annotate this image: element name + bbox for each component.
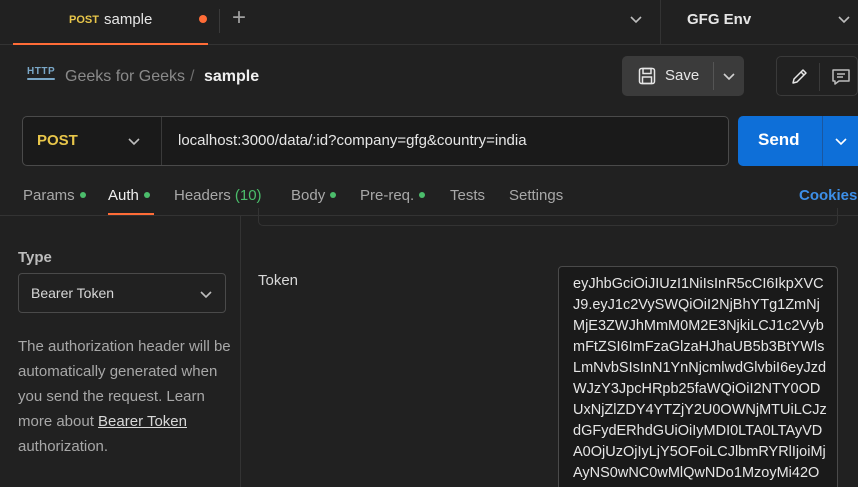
headers-count: (10): [234, 187, 262, 204]
tab-tests-label: Tests: [450, 187, 486, 204]
tab-auth-label: Auth: [108, 187, 139, 204]
pencil-icon[interactable]: [785, 63, 813, 91]
environment-selector[interactable]: GFG Env: [687, 11, 751, 28]
tab-pre-request-label: Pre-req.: [360, 187, 415, 204]
auth-type-select[interactable]: Bearer Token: [18, 273, 226, 313]
breadcrumb-separator: /: [190, 68, 195, 85]
auth-type-chevron-down-icon: [200, 291, 212, 299]
environment-chevron-down-icon[interactable]: [835, 10, 853, 28]
method-select[interactable]: POST: [23, 117, 162, 165]
request-tab[interactable]: POST sample: [13, 0, 208, 45]
save-icon: [638, 67, 656, 85]
tab-params-label: Params: [23, 187, 75, 204]
pre-request-status-dot-icon: [419, 192, 426, 199]
tab-body[interactable]: Body: [291, 187, 337, 204]
tab-body-label: Body: [291, 187, 326, 204]
save-button[interactable]: Save: [622, 56, 713, 96]
params-status-dot-icon: [79, 192, 86, 199]
save-label: Save: [665, 67, 700, 84]
info-box: [258, 208, 838, 226]
token-value: eyJhbGciOiJIUzI1NiIsInR5cCI6IkpXVCJ9.eyJ…: [573, 276, 827, 487]
token-input[interactable]: eyJhbGciOiJIUzI1NiIsInR5cCI6IkpXVCJ9.eyJ…: [558, 266, 838, 487]
auth-type-panel: Type Bearer Token The authorization head…: [0, 216, 241, 487]
tabs-chevron-down-icon[interactable]: [627, 10, 645, 28]
tab-title: sample: [104, 11, 153, 28]
environment-divider: [660, 0, 661, 45]
auth-type-value: Bearer Token: [31, 285, 115, 301]
method-chevron-down-icon: [128, 138, 140, 146]
tab-method-badge: POST: [69, 14, 99, 26]
method-label: POST: [37, 132, 78, 149]
auth-description: The authorization header will be automat…: [18, 334, 233, 459]
bearer-token-docs-link[interactable]: Bearer Token: [98, 413, 187, 430]
auth-status-dot-icon: [143, 192, 150, 199]
edit-tools: [776, 56, 858, 96]
active-tab-indicator: [108, 213, 154, 215]
tab-divider: [219, 9, 220, 33]
tools-divider: [819, 63, 820, 91]
auth-description-suffix: authorization.: [18, 438, 109, 455]
send-options-chevron-down-icon[interactable]: [832, 132, 850, 150]
breadcrumb-request-name[interactable]: sample: [204, 68, 259, 86]
tab-pre-request[interactable]: Pre-req.: [360, 187, 426, 204]
body-status-dot-icon: [330, 192, 337, 199]
tab-headers-label: Headers: [174, 187, 231, 204]
url-input[interactable]: localhost:3000/data/:id?company=gfg&coun…: [178, 132, 527, 149]
tab-settings[interactable]: Settings: [509, 187, 563, 204]
cookies-link[interactable]: Cookies: [799, 187, 857, 204]
send-divider: [822, 116, 823, 166]
auth-type-label: Type: [18, 249, 52, 266]
token-label: Token: [258, 272, 299, 289]
tab-headers[interactable]: Headers (10): [174, 187, 262, 204]
tab-settings-label: Settings: [509, 187, 564, 204]
tab-params[interactable]: Params: [23, 187, 86, 204]
send-button-group: Send: [738, 116, 858, 166]
tab-auth[interactable]: Auth: [108, 187, 150, 204]
save-button-group: Save: [622, 56, 744, 96]
http-request-icon: HTTP: [27, 66, 56, 80]
new-tab-plus-icon[interactable]: +: [232, 6, 246, 30]
save-divider: [713, 62, 714, 90]
send-button[interactable]: Send: [758, 130, 800, 150]
tab-strip: POST sample + GFG Env: [0, 0, 858, 45]
tab-tests[interactable]: Tests: [450, 187, 485, 204]
save-options-chevron-down-icon[interactable]: [720, 67, 738, 85]
unsaved-dot-icon: [199, 15, 207, 23]
request-url-bar: POST localhost:3000/data/:id?company=gfg…: [22, 116, 729, 166]
comment-icon[interactable]: [827, 63, 855, 91]
breadcrumb-collection[interactable]: Geeks for Geeks: [65, 68, 185, 86]
